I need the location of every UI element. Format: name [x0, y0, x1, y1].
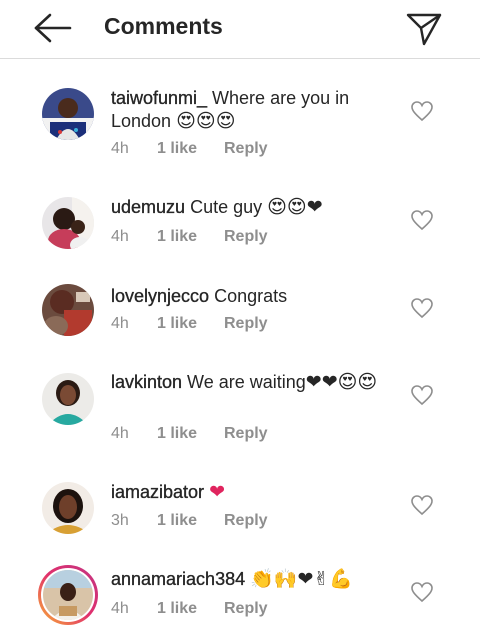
reply-button[interactable]: Reply	[224, 600, 268, 618]
back-button[interactable]	[30, 10, 74, 46]
paper-plane-icon	[406, 13, 442, 46]
comment-likes[interactable]: 1 like	[157, 512, 224, 530]
page-title: Comments	[104, 13, 223, 39]
avatar[interactable]	[42, 482, 94, 534]
comment-time: 4h	[111, 228, 129, 245]
heart-icon[interactable]	[410, 581, 434, 603]
avatar[interactable]	[42, 88, 94, 140]
comment-text: We are waiting	[182, 372, 306, 392]
comment-emoji: ❤❤😍😍	[305, 371, 378, 393]
comment-emoji: 👏🙌❤✌💪	[250, 568, 353, 590]
share-button[interactable]	[404, 10, 444, 48]
comment-username[interactable]: lavkinton	[111, 372, 182, 392]
comment-text: Cute guy	[185, 197, 268, 217]
avatar-story-ring[interactable]	[38, 565, 98, 625]
heart-icon[interactable]	[410, 494, 434, 516]
reply-button[interactable]: Reply	[224, 140, 268, 158]
comment-emoji: 😍😍❤	[267, 196, 323, 218]
comment-emoji: ❤	[209, 481, 225, 503]
avatar[interactable]	[42, 197, 94, 249]
heart-icon[interactable]	[410, 297, 434, 319]
comment-username[interactable]: taiwofunmi_	[111, 88, 207, 108]
avatar[interactable]	[42, 284, 94, 336]
reply-button[interactable]: Reply	[224, 425, 268, 443]
comment-emoji: 😍😍😍	[176, 110, 236, 132]
comment-time: 3h	[111, 512, 129, 529]
reply-button[interactable]: Reply	[224, 228, 268, 246]
comment-username[interactable]: udemuzu	[111, 197, 185, 217]
comment-username[interactable]: iamazibator	[111, 482, 204, 502]
comment-likes[interactable]: 1 like	[157, 425, 224, 443]
reply-button[interactable]: Reply	[224, 512, 268, 530]
comment-time: 4h	[111, 600, 129, 617]
comment-time: 4h	[111, 425, 129, 442]
comment-text: Congrats	[209, 286, 288, 306]
heart-icon[interactable]	[410, 209, 434, 231]
comment-time: 4h	[111, 140, 129, 157]
avatar[interactable]	[42, 373, 94, 425]
comment-username[interactable]: lovelynjecco	[111, 286, 209, 306]
heart-icon[interactable]	[410, 384, 434, 406]
comment-likes[interactable]: 1 like	[157, 600, 224, 618]
comment-likes[interactable]: 1 like	[157, 140, 224, 158]
comments-header: Comments	[0, 0, 480, 59]
arrow-left-icon	[34, 13, 72, 43]
comment-likes[interactable]: 1 like	[157, 228, 224, 246]
comment-username[interactable]: annamariach384	[111, 569, 245, 589]
comment-time: 4h	[111, 315, 129, 332]
avatar	[43, 570, 93, 620]
heart-icon[interactable]	[410, 100, 434, 122]
comment-likes[interactable]: 1 like	[157, 315, 224, 333]
reply-button[interactable]: Reply	[224, 315, 268, 333]
